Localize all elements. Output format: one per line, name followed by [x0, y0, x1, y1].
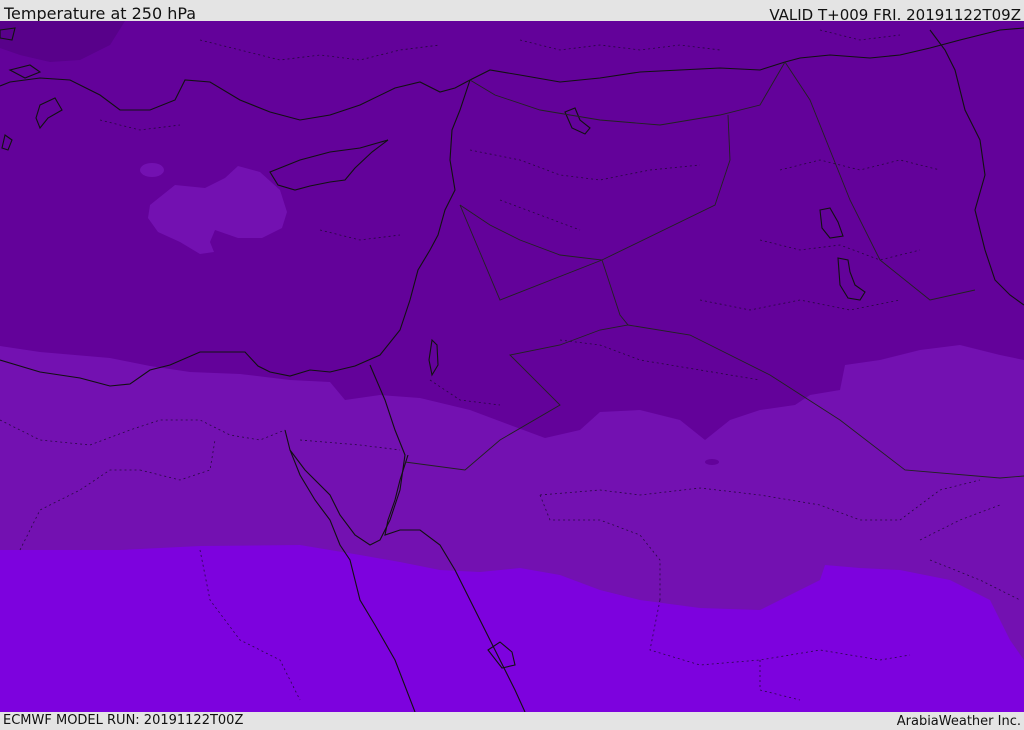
temperature-band-warm [0, 545, 1024, 712]
temperature-pocket-tiny [705, 459, 719, 465]
temperature-map[interactable] [0, 21, 1024, 712]
credit-label: ArabiaWeather Inc. [896, 714, 1021, 729]
model-run-label: ECMWF MODEL RUN: 20191122T00Z [3, 713, 244, 728]
temperature-pocket-small [140, 163, 164, 177]
